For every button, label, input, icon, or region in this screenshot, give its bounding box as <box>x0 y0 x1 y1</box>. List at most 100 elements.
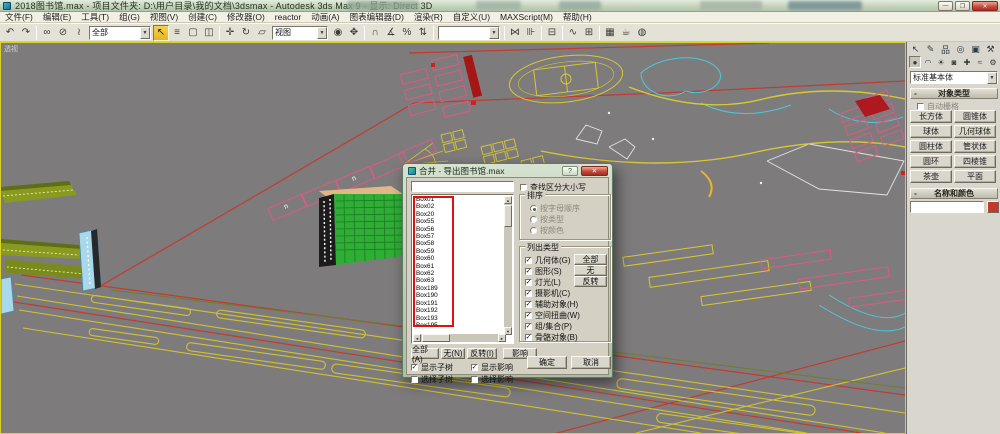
chevron-down-icon[interactable]: ▼ <box>140 26 150 39</box>
types-invert-button[interactable]: 反转 <box>574 276 607 287</box>
scroll-up-icon[interactable]: ▲ <box>504 196 512 204</box>
display-influences-checkbox[interactable]: ✓ 显示影响 <box>471 362 513 373</box>
cancel-button[interactable]: 取消 <box>571 356 611 369</box>
list-item[interactable]: Box59 <box>413 248 499 255</box>
list-item[interactable]: Box57 <box>413 233 499 240</box>
list-item[interactable]: Box62 <box>413 270 499 277</box>
mirror-icon[interactable]: ⋈ <box>507 25 523 41</box>
object-color-swatch[interactable] <box>987 201 999 213</box>
shapes-category-icon[interactable]: ◠ <box>922 56 934 68</box>
menu-item-create[interactable]: 创建(C) <box>183 11 222 23</box>
object-type-rollout[interactable]: - 对象类型 <box>910 88 998 99</box>
space-warps-category-icon[interactable]: ≈ <box>974 56 986 68</box>
menu-item-help[interactable]: 帮助(H) <box>558 11 597 23</box>
select-object-icon[interactable]: ↖ <box>153 24 169 41</box>
angle-snap-icon[interactable]: ∡ <box>383 25 399 41</box>
primitive-button-cone[interactable]: 圆锥体 <box>954 110 996 123</box>
hierarchy-tab-icon[interactable]: 品 <box>939 43 952 55</box>
object-list[interactable]: Box01 Box02 Box20 Box55 Box56 Box57 Box5… <box>411 194 514 344</box>
list-item[interactable]: Box02 <box>413 203 499 210</box>
scroll-left-icon[interactable]: ◄ <box>413 334 421 342</box>
utilities-tab-icon[interactable]: ⚒ <box>984 43 997 55</box>
primitive-button-sphere[interactable]: 球体 <box>910 125 952 138</box>
type-checkbox-space-warps[interactable]: ✓ 空间扭曲(W) <box>525 310 580 321</box>
type-checkbox-lights[interactable]: ✓ 灯光(L) <box>525 277 561 288</box>
motion-tab-icon[interactable]: ◎ <box>954 43 967 55</box>
menu-item-customize[interactable]: 自定义(U) <box>448 11 495 23</box>
select-and-scale-icon[interactable]: ▱ <box>254 25 270 41</box>
select-and-move-icon[interactable]: ✛ <box>222 25 238 41</box>
type-checkbox-groups[interactable]: ✓ 组/集合(P) <box>525 321 572 332</box>
scroll-right-icon[interactable]: ► <box>498 334 506 342</box>
display-subtree-checkbox[interactable]: ✓ 显示子树 <box>411 362 453 373</box>
menu-item-file[interactable]: 文件(F) <box>0 11 38 23</box>
minimize-button[interactable]: — <box>938 1 953 11</box>
viewport-label[interactable]: 透视 <box>4 44 18 54</box>
selection-filter-dropdown[interactable]: 全部 ▼ <box>89 25 151 40</box>
menu-item-rendering[interactable]: 渲染(R) <box>409 11 448 23</box>
create-tab-icon[interactable]: ↖ <box>909 43 922 55</box>
primitive-button-tube[interactable]: 管状体 <box>954 140 996 153</box>
list-item[interactable]: Box58 <box>413 240 499 247</box>
render-scene-icon[interactable]: ☕ <box>618 25 634 41</box>
select-subtree-checkbox[interactable]: 选择子树 <box>411 374 453 385</box>
material-editor-icon[interactable]: ▦ <box>602 25 618 41</box>
object-name-input[interactable] <box>910 201 984 213</box>
dialog-close-button[interactable]: ✕ <box>581 166 608 176</box>
list-item[interactable]: Box20 <box>413 211 499 218</box>
scrollbar-thumb[interactable] <box>422 334 450 342</box>
list-item[interactable]: Box195 <box>413 322 499 329</box>
list-item[interactable]: Box63 <box>413 277 499 284</box>
dialog-titlebar[interactable]: 合并 - 导出图书馆.max ? ✕ <box>406 164 609 177</box>
list-item[interactable]: Box56 <box>413 226 499 233</box>
types-all-button[interactable]: 全部 <box>574 254 607 265</box>
use-pivot-center-icon[interactable]: ◉ <box>330 25 346 41</box>
align-icon[interactable]: ⊪ <box>523 25 539 41</box>
type-checkbox-bone-objects[interactable]: ✓ 骨骼对象(B) <box>525 332 578 343</box>
menu-item-tools[interactable]: 工具(T) <box>76 11 114 23</box>
menu-item-maxscript[interactable]: MAXScript(M) <box>495 12 558 22</box>
primitive-button-geosphere[interactable]: 几何球体 <box>954 125 996 138</box>
select-and-link-icon[interactable]: ∞ <box>39 25 55 41</box>
type-checkbox-cameras[interactable]: ✓ 摄影机(C) <box>525 288 570 299</box>
primitive-button-pyramid[interactable]: 四棱锥 <box>954 155 996 168</box>
list-item[interactable]: Box192 <box>413 307 499 314</box>
list-item[interactable]: Box189 <box>413 285 499 292</box>
select-by-name-icon[interactable]: ≡ <box>169 25 185 41</box>
select-and-rotate-icon[interactable]: ↻ <box>238 25 254 41</box>
select-all-button[interactable]: 全部(A) <box>411 345 439 364</box>
curve-editor-icon[interactable]: ∿ <box>565 25 581 41</box>
list-item[interactable]: Box55 <box>413 218 499 225</box>
horizontal-scrollbar[interactable]: ◄ ► <box>413 334 506 342</box>
type-checkbox-helpers[interactable]: ✓ 辅助对象(H) <box>525 299 578 310</box>
ok-button[interactable]: 确定 <box>527 356 567 369</box>
menu-item-views[interactable]: 视图(V) <box>145 11 183 23</box>
sort-radio-by-type[interactable]: 按类型 <box>530 214 564 225</box>
sort-radio-alphabetical[interactable]: 按字母顺序 <box>530 203 580 214</box>
select-invert-button[interactable]: 反转(I) <box>467 348 497 359</box>
type-checkbox-shapes[interactable]: ✓ 图形(S) <box>525 266 562 277</box>
systems-category-icon[interactable]: ⚙ <box>987 56 999 68</box>
name-color-rollout[interactable]: - 名称和颜色 <box>910 188 998 199</box>
menu-item-reactor[interactable]: reactor <box>270 12 306 22</box>
cameras-category-icon[interactable]: ◙ <box>948 56 960 68</box>
list-item[interactable]: Box01 <box>413 196 499 203</box>
chevron-down-icon[interactable]: ▼ <box>489 26 499 39</box>
type-checkbox-geometry[interactable]: ✓ 几何体(G) <box>525 255 571 266</box>
snaps-toggle-icon[interactable]: ∩ <box>367 25 383 41</box>
menu-item-animation[interactable]: 动画(A) <box>306 11 344 23</box>
list-item[interactable]: Box190 <box>413 292 499 299</box>
percent-snap-icon[interactable]: % <box>399 25 415 41</box>
primitive-button-torus[interactable]: 圆环 <box>910 155 952 168</box>
reference-coordinate-dropdown[interactable]: 视图 ▼ <box>272 25 328 40</box>
select-none-button[interactable]: 无(N) <box>441 348 465 359</box>
helpers-category-icon[interactable]: ✚ <box>961 56 973 68</box>
select-influences-checkbox[interactable]: 选择影响 <box>471 374 513 385</box>
primitive-button-box[interactable]: 长方体 <box>910 110 952 123</box>
close-button[interactable]: ✕ <box>972 1 998 11</box>
menu-item-group[interactable]: 组(G) <box>114 11 145 23</box>
search-input[interactable] <box>411 181 514 192</box>
rectangular-selection-icon[interactable]: ▢ <box>185 25 201 41</box>
undo-icon[interactable]: ↶ <box>2 25 18 41</box>
redo-icon[interactable]: ↷ <box>18 25 34 41</box>
